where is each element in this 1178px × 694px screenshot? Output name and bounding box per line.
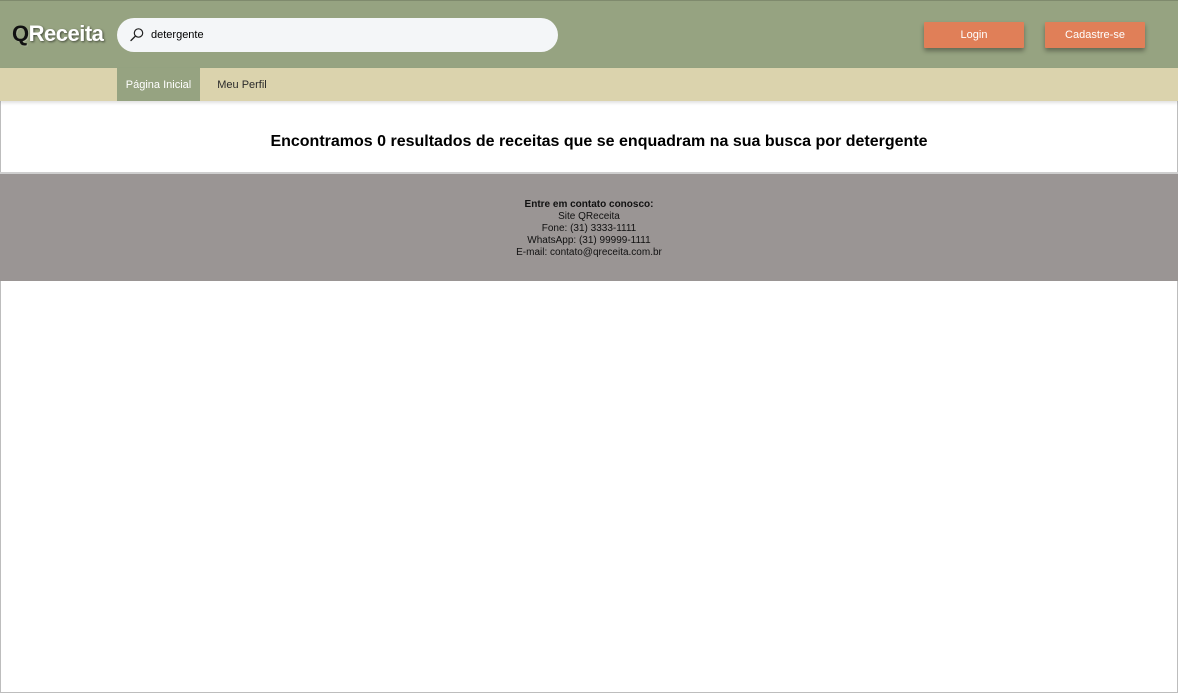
signup-button[interactable]: Cadastre-se bbox=[1045, 22, 1145, 48]
footer-phone: Fone: (31) 3333-1111 bbox=[541, 223, 637, 234]
footer: Entre em contato conosco: Site QReceita … bbox=[0, 174, 1178, 281]
logo[interactable]: QReceita bbox=[12, 21, 104, 47]
footer-email: E-mail: contato@qreceita.com.br bbox=[516, 247, 662, 258]
search-bar[interactable] bbox=[117, 18, 558, 52]
login-button[interactable]: Login bbox=[924, 22, 1024, 48]
nav-item-profile[interactable]: Meu Perfil bbox=[208, 68, 276, 101]
search-input[interactable] bbox=[151, 18, 541, 52]
nav-item-home[interactable]: Página Inicial bbox=[117, 68, 200, 101]
footer-contact: Entre em contato conosco: Site QReceita … bbox=[0, 199, 1178, 259]
footer-heading: Entre em contato conosco: bbox=[524, 199, 654, 210]
logo-text: Receita bbox=[28, 21, 104, 46]
footer-whatsapp: WhatsApp: (31) 99999-1111 bbox=[527, 235, 651, 246]
logo-q: Q bbox=[12, 21, 29, 46]
search-result-message: Encontramos 0 resultados de receitas que… bbox=[270, 133, 928, 150]
footer-site: Site QReceita bbox=[558, 211, 620, 222]
page-frame bbox=[0, 0, 1178, 693]
top-header: QReceita Login Cadastre-se bbox=[0, 0, 1178, 68]
search-icon[interactable] bbox=[129, 27, 145, 43]
nav-bar: Página Inicial Meu Perfil bbox=[0, 68, 1178, 101]
